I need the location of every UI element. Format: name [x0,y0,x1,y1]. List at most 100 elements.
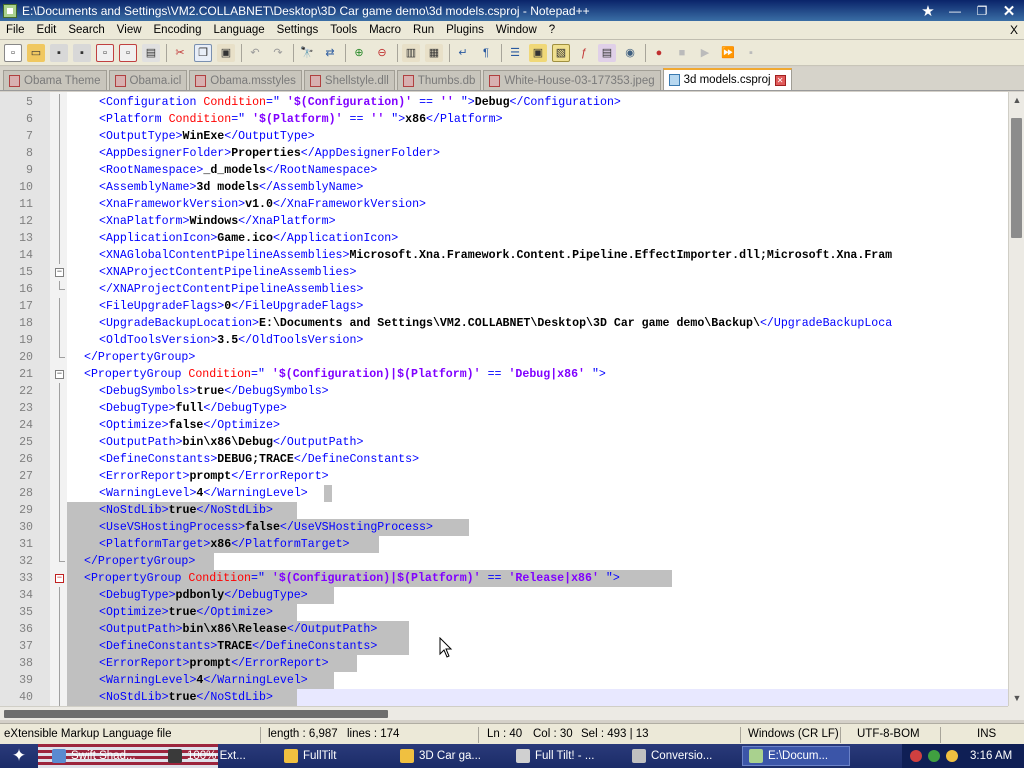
function-list-icon[interactable]: ƒ [575,44,593,62]
taskbar-button[interactable]: E:\Docum... [742,746,850,766]
fold-toggle-icon[interactable]: − [55,574,64,583]
start-button[interactable]: ✦ [0,744,38,768]
taskbar-button[interactable]: 3D Car ga... [394,746,506,766]
code-line[interactable]: 35 <Optimize>true</Optimize> [19,604,1008,621]
menu-language[interactable]: Language [207,24,270,36]
taskbar-button[interactable]: FullTilt [278,746,390,766]
code-line[interactable]: 11 <XnaFrameworkVersion>v1.0</XnaFramewor… [19,196,1008,213]
minimize-button[interactable]: — [943,2,967,19]
sync-horizontal-icon[interactable]: ▦ [425,43,443,62]
code-line[interactable]: 29 <NoStdLib>true</NoStdLib> [19,502,1008,519]
code-line[interactable]: 37 <DefineConstants>TRACE</DefineConstant… [19,638,1008,655]
tab-close-icon[interactable]: ✕ [774,74,786,86]
code-text-area[interactable]: 5 <Configuration Condition=" '$(Configura… [19,94,1008,706]
redo-icon[interactable]: ↷ [269,44,287,62]
code-line[interactable]: 39 <WarningLevel>4</WarningLevel> [19,672,1008,689]
code-line[interactable]: 9 <RootNamespace>_d_models</RootNamespace… [26,162,1008,179]
tray-search-icon[interactable] [946,750,958,762]
replace-icon[interactable]: ⇄ [321,44,339,62]
document-close-button[interactable]: X [1010,23,1018,37]
tab-3d-models-csproj[interactable]: 3d models.csproj ✕ [662,68,792,90]
show-all-characters-icon[interactable]: ¶ [477,44,495,62]
fold-toggle-icon[interactable]: − [55,370,64,379]
code-line[interactable]: 27 <ErrorReport>prompt</ErrorReport> [19,468,1008,485]
pin-star-button[interactable]: ★ [916,2,940,20]
code-line[interactable]: 10 <AssemblyName>3d models</AssemblyName> [19,179,1008,196]
sync-vertical-icon[interactable]: ▥ [402,43,420,62]
save-all-icon[interactable]: ▪ [73,43,91,62]
close-all-icon[interactable]: ▫ [119,43,137,62]
word-wrap-icon[interactable]: ↵ [454,44,472,62]
zoom-in-icon[interactable]: ⊕ [350,44,368,62]
taskbar-button[interactable]: Full Tilt! - ... [510,746,622,766]
document-map-icon[interactable]: ▧ [552,43,570,62]
code-line[interactable]: 36 <OutputPath>bin\x86\Release</OutputPat… [19,621,1008,638]
code-line[interactable]: 34 <DebugType>pdbonly</DebugType> [19,587,1008,604]
code-line[interactable]: 13 <ApplicationIcon>Game.ico</Application… [19,230,1008,247]
code-line[interactable]: 22 <DebugSymbols>true</DebugSymbols> [19,383,1008,400]
paste-icon[interactable]: ▣ [217,43,235,62]
code-line[interactable]: 28 <WarningLevel>4</WarningLevel> [19,485,1008,502]
menu-window[interactable]: Window [490,24,543,36]
zoom-out-icon[interactable]: ⊖ [373,44,391,62]
undo-icon[interactable]: ↶ [246,44,264,62]
tab-obama-msstyles[interactable]: Obama.msstyles [189,70,302,90]
menu-file[interactable]: File [0,24,31,36]
playback-macro-icon[interactable]: ▶ [696,44,714,62]
save-icon[interactable]: ▪ [50,43,68,62]
tab-obama-icl[interactable]: Obama.icl [108,70,188,90]
indent-guide-icon[interactable]: ☰ [506,44,524,62]
code-line[interactable]: 12 <XnaPlatform>Windows</XnaPlatform> [19,213,1008,230]
fold-toggle-icon[interactable]: − [55,268,64,277]
menu-edit[interactable]: Edit [31,24,63,36]
code-line[interactable]: 15 − <XNAProjectContentPipelineAssemblies> [19,264,1008,281]
tray-app-icon[interactable] [910,750,922,762]
code-line[interactable]: 25 <OutputPath>bin\x86\Debug</OutputPath> [19,434,1008,451]
monitoring-icon[interactable]: ◉ [621,44,639,62]
close-file-icon[interactable]: ▫ [96,43,114,62]
taskbar-button[interactable]: Conversio... [626,746,738,766]
title-bar[interactable]: E:\Documents and Settings\VM2.COLLABNET\… [0,0,1024,21]
menu-search[interactable]: Search [62,24,110,36]
vertical-scroll-thumb[interactable] [1011,118,1022,238]
copy-icon[interactable]: ❐ [194,43,212,62]
code-line[interactable]: 6 <Platform Condition=" '$(Platform)' == … [26,111,1008,128]
code-line[interactable]: 18 <UpgradeBackupLocation>E:\Documents an… [19,315,1008,332]
open-folder-icon[interactable]: ▭ [27,43,45,62]
system-clock[interactable]: 3:16 AM [970,750,1012,762]
tray-network-icon[interactable] [928,750,940,762]
print-icon[interactable]: ▤ [142,43,160,62]
tab-obama-theme[interactable]: Obama Theme [3,70,107,90]
menu-run[interactable]: Run [407,24,440,36]
menu-view[interactable]: View [111,24,148,36]
vertical-scrollbar[interactable]: ▲ ▼ [1008,92,1024,706]
user-language-icon[interactable]: ▣ [529,43,547,62]
menu-settings[interactable]: Settings [271,24,325,36]
new-file-icon[interactable]: ▫ [4,43,22,62]
record-macro-icon[interactable]: ● [650,44,668,62]
code-line[interactable]: 17 <FileUpgradeFlags>0</FileUpgradeFlags> [19,298,1008,315]
code-line[interactable]: 31 <PlatformTarget>x86</PlatformTarget> [19,536,1008,553]
close-button[interactable]: ✕ [997,2,1021,20]
menu-macro[interactable]: Macro [363,24,407,36]
run-macro-multiple-icon[interactable]: ⏩ [719,44,737,62]
tab-shellstyle-dll[interactable]: Shellstyle.dll [303,70,395,90]
folder-as-workspace-icon[interactable]: ▤ [598,43,616,62]
save-macro-icon[interactable]: ▪ [742,44,760,62]
horizontal-scrollbar[interactable] [0,706,1008,720]
menu-plugins[interactable]: Plugins [440,24,490,36]
code-line[interactable]: 40 <NoStdLib>true</NoStdLib> [19,689,1008,706]
cut-icon[interactable]: ✂ [171,44,189,62]
code-line[interactable]: 14 <XNAGlobalContentPipelineAssemblies>Mi… [19,247,1008,264]
code-line[interactable]: 33 − <PropertyGroup Condition=" '$(Configu… [19,570,1008,587]
stop-recording-icon[interactable]: ■ [673,44,691,62]
code-line[interactable]: 30 <UseVSHostingProcess>false</UseVSHosti… [19,519,1008,536]
code-line[interactable]: 20 </PropertyGroup> [19,349,1008,366]
menu-encoding[interactable]: Encoding [148,24,208,36]
code-line[interactable]: 19 <OldToolsVersion>3.5</OldToolsVersion> [19,332,1008,349]
code-line[interactable]: 16 </XNAProjectContentPipelineAssemblies> [19,281,1008,298]
find-icon[interactable]: 🔭 [298,44,316,62]
horizontal-scroll-thumb[interactable] [4,710,388,718]
scroll-down-icon[interactable]: ▼ [1009,690,1024,706]
code-line[interactable]: 24 <Optimize>false</Optimize> [19,417,1008,434]
